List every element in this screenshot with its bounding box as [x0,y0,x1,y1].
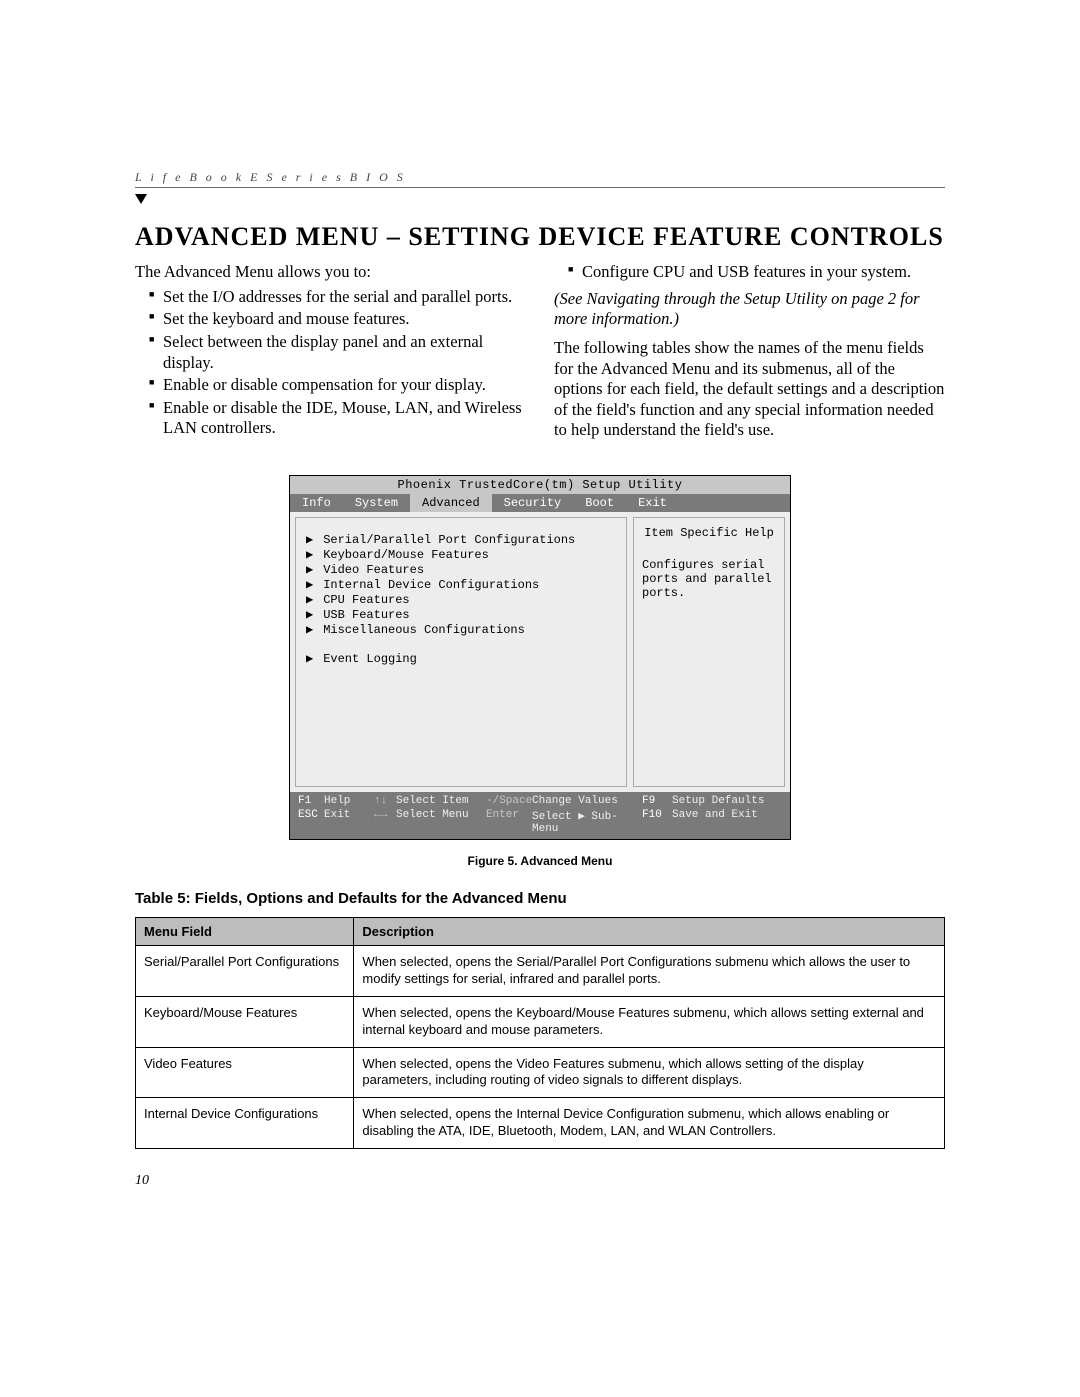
submenu-arrow-icon: ▶ [306,651,316,666]
footer-key: ←→ [374,809,396,835]
see-reference: (See Navigating through the Setup Utilit… [554,289,945,330]
footer-label: Setup Defaults [672,795,782,807]
submenu-arrow-icon: ▶ [306,532,316,547]
submenu-arrow-icon: ▶ [306,577,316,592]
table-cell-field: Serial/Parallel Port Configurations [136,946,354,997]
list-item: Enable or disable the IDE, Mouse, LAN, a… [149,398,526,439]
list-item: Configure CPU and USB features in your s… [568,262,945,283]
submenu-item[interactable]: ▶ Keyboard/Mouse Features [306,547,616,562]
bios-tab-bar: Info System Advanced Security Boot Exit [290,494,790,512]
intro-line: The Advanced Menu allows you to: [135,262,526,283]
table-row: Video Features When selected, opens the … [136,1047,945,1098]
bios-screenshot: Phoenix TrustedCore(tm) Setup Utility In… [289,475,791,840]
table-cell-field: Internal Device Configurations [136,1098,354,1149]
submenu-item[interactable]: ▶ Internal Device Configurations [306,577,616,592]
submenu-label: USB Features [323,608,409,622]
footer-label: Help [324,795,374,807]
submenu-arrow-icon: ▶ [306,622,316,637]
intro-columns: The Advanced Menu allows you to: Set the… [135,262,945,445]
tab-exit[interactable]: Exit [626,494,679,512]
table-cell-desc: When selected, opens the Keyboard/Mouse … [354,996,945,1047]
tab-security[interactable]: Security [492,494,574,512]
footer-label: Change Values [532,795,642,807]
fields-table: Menu Field Description Serial/Parallel P… [135,917,945,1149]
table-header: Menu Field [136,918,354,946]
table-title: Table 5: Fields, Options and Defaults fo… [135,890,945,907]
submenu-label: Keyboard/Mouse Features [323,548,489,562]
tab-system[interactable]: System [343,494,410,512]
submenu-item[interactable]: ▶ CPU Features [306,592,616,607]
submenu-item[interactable]: ▶ Miscellaneous Configurations [306,622,616,637]
list-item: Enable or disable compensation for your … [149,375,526,396]
submenu-item[interactable]: ▶ Event Logging [306,651,616,666]
footer-key: Enter [486,809,532,835]
table-row: Keyboard/Mouse Features When selected, o… [136,996,945,1047]
feature-list-right: Configure CPU and USB features in your s… [554,262,945,283]
submenu-arrow-icon: ▶ [306,562,316,577]
tab-boot[interactable]: Boot [573,494,626,512]
feature-list-left: Set the I/O addresses for the serial and… [135,287,526,439]
table-row: Internal Device Configurations When sele… [136,1098,945,1149]
table-header: Description [354,918,945,946]
bios-help-panel: Item Specific Help Configures serial por… [633,517,785,787]
header-marker-icon [135,194,147,204]
tab-info[interactable]: Info [290,494,343,512]
list-item: Set the keyboard and mouse features. [149,309,526,330]
submenu-label: Miscellaneous Configurations [323,623,525,637]
table-row: Serial/Parallel Port Configurations When… [136,946,945,997]
bios-footer: F1 Help ↑↓ Select Item -/Space Change Va… [290,792,790,839]
footer-key: -/Space [486,795,532,807]
submenu-arrow-icon: ▶ [306,592,316,607]
submenu-label: Video Features [323,563,424,577]
footer-label: Select ▶ Sub-Menu [532,809,642,835]
following-tables-para: The following tables show the names of t… [554,338,945,441]
submenu-label: CPU Features [323,593,409,607]
figure-caption: Figure 5. Advanced Menu [135,854,945,868]
footer-label: Save and Exit [672,809,782,835]
submenu-arrow-icon: ▶ [306,607,316,622]
submenu-label: Internal Device Configurations [323,578,539,592]
table-cell-field: Keyboard/Mouse Features [136,996,354,1047]
section-title: ADVANCED MENU – SETTING DEVICE FEATURE C… [135,222,945,252]
table-cell-desc: When selected, opens the Video Features … [354,1047,945,1098]
footer-key: ↑↓ [374,795,396,807]
list-item: Set the I/O addresses for the serial and… [149,287,526,308]
tab-advanced[interactable]: Advanced [410,494,492,512]
submenu-item[interactable]: ▶ Serial/Parallel Port Configurations [306,532,616,547]
footer-key: F10 [642,809,672,835]
running-header: L i f e B o o k E S e r i e s B I O S [135,170,945,188]
footer-label: Select Menu [396,809,486,835]
list-item: Select between the display panel and an … [149,332,526,373]
submenu-label: Serial/Parallel Port Configurations [323,533,575,547]
footer-key: F1 [298,795,324,807]
table-cell-desc: When selected, opens the Serial/Parallel… [354,946,945,997]
help-title: Item Specific Help [642,526,776,540]
footer-label: Exit [324,809,374,835]
submenu-label: Event Logging [323,652,417,666]
table-cell-desc: When selected, opens the Internal Device… [354,1098,945,1149]
submenu-arrow-icon: ▶ [306,547,316,562]
help-text: Configures serial ports and parallel por… [642,558,776,600]
submenu-item[interactable]: ▶ USB Features [306,607,616,622]
table-cell-field: Video Features [136,1047,354,1098]
bios-window-title: Phoenix TrustedCore(tm) Setup Utility [290,476,790,494]
footer-label: Select Item [396,795,486,807]
footer-key: F9 [642,795,672,807]
submenu-item[interactable]: ▶ Video Features [306,562,616,577]
footer-key: ESC [298,809,324,835]
bios-menu-panel: ▶ Serial/Parallel Port Configurations ▶ … [295,517,627,787]
page-number: 10 [135,1173,945,1189]
